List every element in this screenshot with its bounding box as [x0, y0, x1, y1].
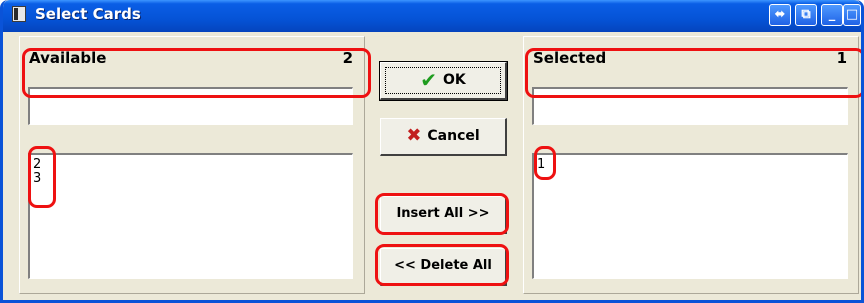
window-title: Select Cards [35, 5, 141, 23]
focus-rectangle [385, 67, 501, 94]
ok-button[interactable]: ✔ OK [379, 61, 508, 101]
title-bar[interactable]: Select Cards ⬌ ⧉ _ □ [3, 0, 861, 32]
list-item[interactable]: 1 [537, 158, 844, 172]
cancel-label: Cancel [427, 128, 480, 144]
available-list[interactable]: 2 3 [28, 153, 353, 279]
available-header: Available 2 [21, 38, 363, 78]
cancel-button[interactable]: ✖ Cancel [380, 118, 507, 156]
switch-window-icon[interactable]: ⧉ [795, 4, 817, 26]
insert-all-label: Insert All >> [396, 206, 490, 221]
maximize-button[interactable]: □ [843, 4, 861, 26]
app-icon[interactable] [12, 6, 26, 22]
selected-panel: Selected 1 1 [523, 36, 859, 294]
delete-all-label: << Delete All [394, 258, 492, 273]
selected-list[interactable]: 1 [532, 153, 848, 279]
available-count: 2 [342, 49, 353, 67]
available-label: Available [29, 49, 107, 67]
list-item[interactable]: 2 [33, 158, 349, 172]
selected-count: 1 [836, 49, 847, 67]
available-panel: Available 2 2 3 [19, 36, 365, 294]
available-filter-field[interactable] [28, 87, 353, 125]
dialog-body: Available 2 2 3 ✔ OK ✖ Cancel Insert All >… [3, 32, 861, 300]
selected-filter-field[interactable] [532, 87, 848, 125]
delete-all-button[interactable]: << Delete All [380, 248, 507, 286]
insert-all-button[interactable]: Insert All >> [380, 196, 507, 234]
selected-header: Selected 1 [525, 38, 857, 78]
select-cards-window: Select Cards ⬌ ⧉ _ □ Available 2 2 3 ✔ OK [0, 0, 864, 303]
selected-label: Selected [533, 49, 607, 67]
minimize-button[interactable]: _ [821, 4, 843, 26]
restore-arrows-icon[interactable]: ⬌ [769, 4, 791, 26]
list-item[interactable]: 3 [33, 172, 349, 186]
cancel-x-icon: ✖ [406, 125, 422, 146]
action-buttons: ✔ OK ✖ Cancel Insert All >> << Delete All [365, 32, 523, 300]
